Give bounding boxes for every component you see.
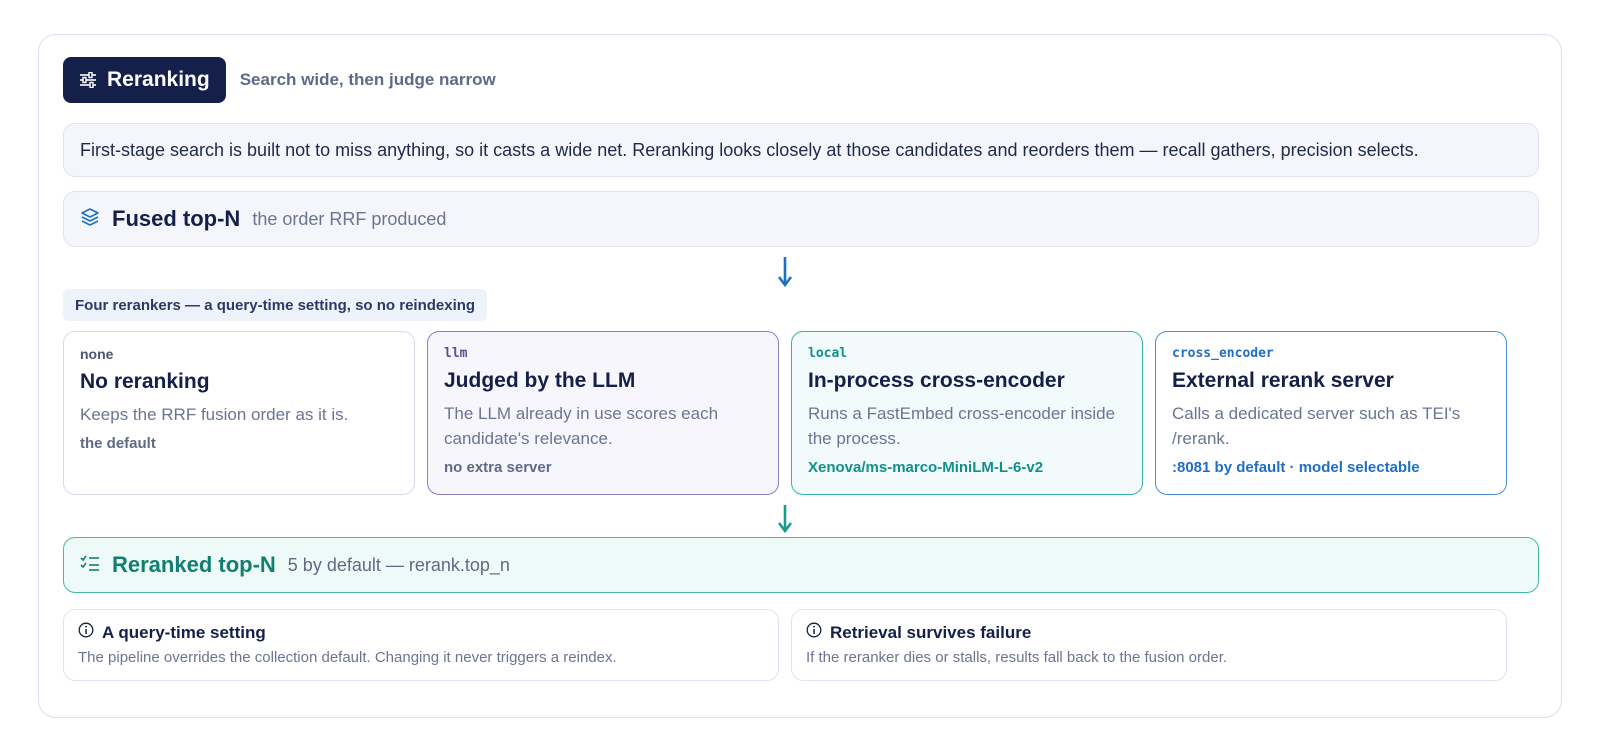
- reranker-card-none: none No reranking Keeps the RRF fusion o…: [63, 331, 415, 495]
- intro-text: First-stage search is built not to miss …: [80, 139, 1419, 160]
- reranker-card-local: local In-process cross-encoder Runs a Fa…: [791, 331, 1143, 495]
- info-icon: [78, 622, 94, 643]
- reranker-name: In-process cross-encoder: [808, 369, 1065, 392]
- panel-header: Reranking Search wide, then judge narrow: [63, 57, 496, 103]
- reranker-note: Xenova/ms-marco-MiniLM-L-6-v2: [808, 459, 1044, 476]
- panel-subtitle: Search wide, then judge narrow: [239, 70, 496, 89]
- rerankers-tag: Four rerankers — a query-time setting, s…: [63, 289, 488, 321]
- layers-icon: [80, 207, 100, 232]
- rerankers-tag-text: Four rerankers — a query-time setting, s…: [75, 296, 476, 314]
- reranker-description: Keeps the RRF fusion order as it is.: [80, 405, 349, 424]
- reranked-title: Reranked top-N: [112, 552, 276, 577]
- note-retrieval-survives-failure: Retrieval survives failure If the rerank…: [791, 609, 1507, 681]
- reranking-badge: Reranking: [63, 57, 226, 103]
- reranker-code: local: [808, 346, 848, 361]
- info-icon: [806, 622, 822, 643]
- note-text: The pipeline overrides the collection de…: [78, 649, 617, 666]
- reranking-panel: Reranking Search wide, then judge narrow…: [38, 34, 1562, 718]
- reranked-top-n-stage: Reranked top-N 5 by default — rerank.top…: [63, 537, 1539, 593]
- flow-arrow-down-icon: [777, 505, 793, 534]
- sliders-icon: [79, 72, 97, 88]
- reranker-name: Judged by the LLM: [444, 369, 636, 392]
- reranker-card-cross-encoder: cross_encoder External rerank server Cal…: [1155, 331, 1507, 495]
- fused-subtitle: the order RRF produced: [252, 208, 447, 229]
- note-text: If the reranker dies or stalls, results …: [806, 649, 1228, 666]
- reranker-name: No reranking: [80, 370, 210, 393]
- reranked-subtitle: 5 by default — rerank.top_n: [287, 554, 510, 575]
- reranker-note: :8081 by default · model selectable: [1172, 459, 1420, 476]
- reranker-code: llm: [444, 346, 468, 361]
- checklist-icon: [80, 554, 100, 577]
- reranker-code: cross_encoder: [1172, 346, 1274, 361]
- fused-title: Fused top-N: [112, 206, 241, 231]
- note-title: A query-time setting: [102, 622, 266, 642]
- reranker-name: External rerank server: [1172, 369, 1394, 392]
- reranker-code: none: [80, 346, 114, 362]
- note-query-time-setting: A query-time setting The pipeline overri…: [63, 609, 779, 681]
- intro-callout: First-stage search is built not to miss …: [63, 123, 1539, 177]
- badge-label: Reranking: [107, 68, 210, 91]
- fused-top-n-stage: Fused top-N the order RRF produced: [63, 191, 1539, 247]
- flow-arrow-down-icon: [777, 257, 793, 288]
- reranker-note: the default: [80, 435, 156, 452]
- reranker-description: Runs a FastEmbed cross-encoder inside th…: [808, 404, 1116, 448]
- reranker-description: Calls a dedicated server such as TEI's /…: [1172, 404, 1461, 448]
- reranker-note: no extra server: [444, 459, 552, 476]
- note-title: Retrieval survives failure: [830, 622, 1032, 642]
- reranker-description: The LLM already in use scores each candi…: [444, 404, 719, 448]
- reranker-card-llm: llm Judged by the LLM The LLM already in…: [427, 331, 779, 495]
